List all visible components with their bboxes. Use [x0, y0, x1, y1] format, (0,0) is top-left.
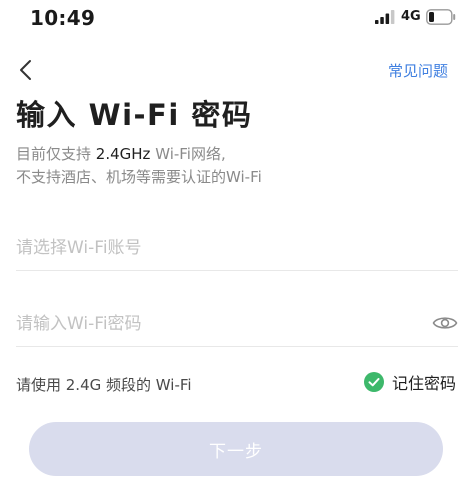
description-prefix: 目前仅支持 — [16, 145, 96, 163]
description-suffix: Wi-Fi网络, — [150, 145, 226, 163]
remember-password-label: 记住密码 — [391, 374, 456, 393]
chevron-left-icon — [20, 60, 31, 80]
eye-icon[interactable] — [432, 314, 458, 332]
network-requirement-description: 目前仅支持 2.4GHz Wi-Fi网络, 不支持酒店、机场等需要认证的Wi-F… — [16, 143, 262, 189]
check-circle-icon[interactable] — [363, 372, 384, 392]
back-button[interactable] — [14, 58, 38, 82]
password-field — [16, 302, 458, 347]
battery-icon — [426, 9, 456, 25]
description-line-2: 不支持酒店、机场等需要认证的Wi-Fi — [16, 168, 262, 186]
signal-icon — [375, 10, 395, 24]
ssid-field — [16, 226, 458, 271]
next-button[interactable]: 下一步 — [29, 422, 443, 476]
ssid-input[interactable] — [16, 226, 406, 270]
password-input[interactable] — [16, 302, 406, 346]
status-time: 10:49 — [30, 6, 96, 30]
status-bar: 10:49 4G — [0, 0, 472, 36]
remember-password-toggle[interactable]: 记住密码 — [363, 370, 456, 394]
band-hint: 请使用 2.4G 频段的 Wi-Fi — [16, 376, 192, 394]
network-type-label: 4G — [401, 9, 421, 24]
description-line-1: 目前仅支持 2.4GHz Wi-Fi网络, — [16, 143, 262, 166]
faq-link[interactable]: 常见问题 — [388, 60, 448, 81]
next-button-label: 下一步 — [209, 441, 263, 462]
frequency-highlight: 2.4GHz — [95, 145, 151, 163]
page-title: 输入 Wi-Fi 密码 — [16, 98, 253, 132]
